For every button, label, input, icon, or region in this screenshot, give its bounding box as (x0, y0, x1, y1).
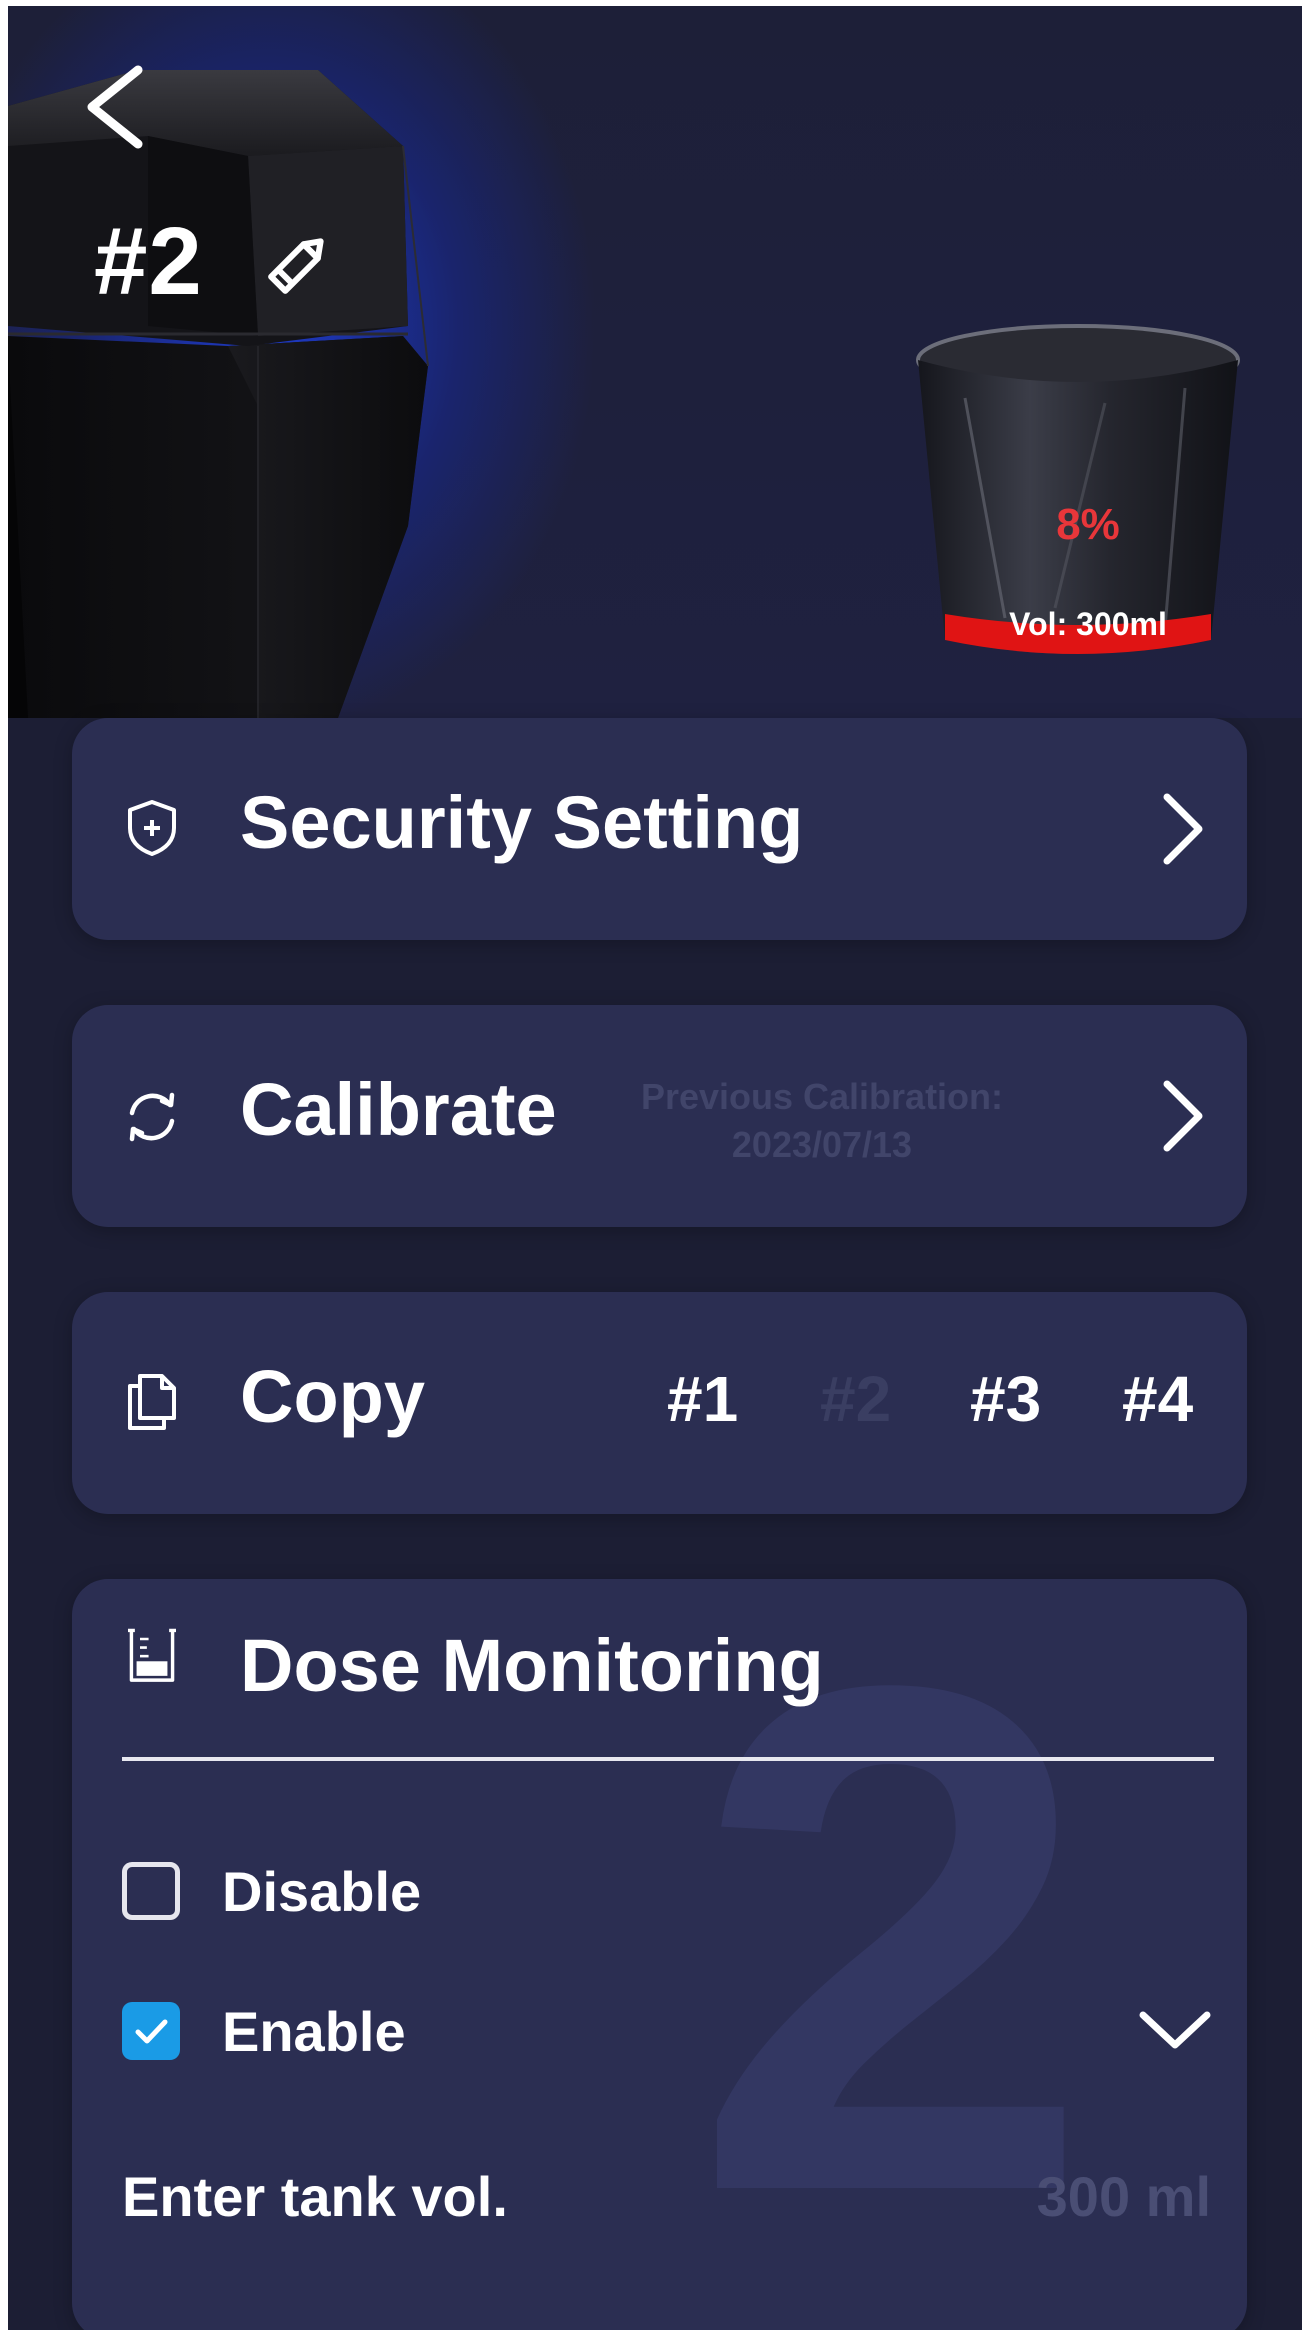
tank-volume-label: Vol: 300ml (1009, 606, 1167, 642)
chevron-right-icon (1163, 1080, 1203, 1152)
security-setting-title: Security Setting (240, 781, 804, 864)
tank-volume-input[interactable] (911, 2161, 1211, 2231)
chevron-down-icon[interactable] (1135, 2001, 1215, 2061)
disable-option[interactable]: Disable (122, 1857, 622, 1927)
screen-border-left (0, 0, 8, 2330)
enable-checkbox[interactable] (122, 2002, 180, 2060)
copy-option-1[interactable]: #1 (667, 1362, 738, 1436)
copy-card: Copy #1 #2 #3 #4 (72, 1292, 1247, 1514)
previous-calibration-label: Previous Calibration: (640, 1076, 1004, 1117)
chevron-right-icon (1163, 793, 1203, 865)
app-screen: #2 8% Vol: 300ml Security Setting Calibr… (0, 0, 1302, 2330)
tank-percent-label: 8% (1056, 500, 1120, 549)
beaker-icon (128, 1628, 176, 1682)
disable-checkbox[interactable] (122, 1862, 180, 1920)
pencil-icon[interactable] (260, 226, 336, 302)
copy-option-4[interactable]: #4 (1122, 1362, 1193, 1436)
copy-option-2: #2 (820, 1363, 892, 1435)
tank-volume-field-label: Enter tank vol. (122, 2165, 508, 2228)
dose-monitoring-title: Dose Monitoring (240, 1624, 824, 1707)
enable-label: Enable (222, 2000, 406, 2063)
previous-calibration-date: 2023/07/13 (731, 1124, 913, 1165)
back-arrow-icon[interactable] (78, 62, 158, 152)
device-hero: #2 8% Vol: 300ml (8, 6, 1302, 718)
calibrate-title: Calibrate (240, 1068, 557, 1151)
enable-option[interactable]: Enable (122, 1997, 622, 2067)
copy-icon (128, 1374, 176, 1430)
calibrate-card[interactable]: Calibrate Previous Calibration: 2023/07/… (72, 1005, 1247, 1227)
copy-title: Copy (240, 1355, 425, 1438)
security-setting-card[interactable]: Security Setting (72, 718, 1247, 940)
shield-icon (128, 800, 176, 856)
previous-calibration-note: Previous Calibration: 2023/07/13 (632, 1073, 1012, 1169)
refresh-icon (129, 1092, 175, 1142)
dose-monitoring-card: 2 Dose Monitoring Disable Enable Enter t… (72, 1579, 1247, 2330)
section-divider (122, 1757, 1214, 1761)
copy-option-3[interactable]: #3 (970, 1362, 1041, 1436)
device-name: #2 (94, 208, 203, 315)
checkmark-icon (135, 2019, 168, 2044)
disable-label: Disable (222, 1860, 422, 1923)
